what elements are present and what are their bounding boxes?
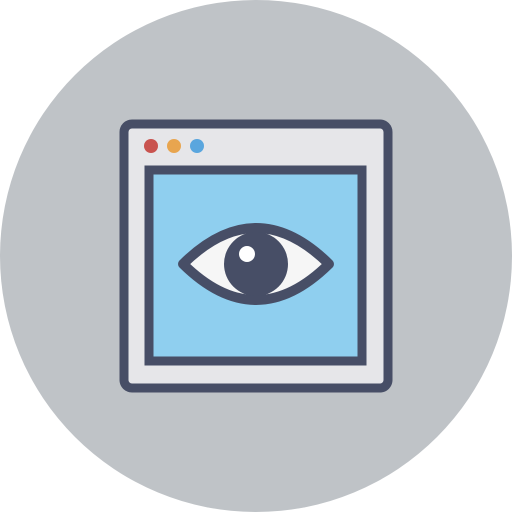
browser-eye-icon — [0, 0, 512, 512]
minimize-dot — [167, 139, 181, 153]
eye-highlight — [239, 246, 255, 262]
eye-pupil — [224, 232, 288, 296]
icon-stage — [0, 0, 512, 512]
close-dot — [144, 139, 158, 153]
maximize-dot — [190, 139, 204, 153]
